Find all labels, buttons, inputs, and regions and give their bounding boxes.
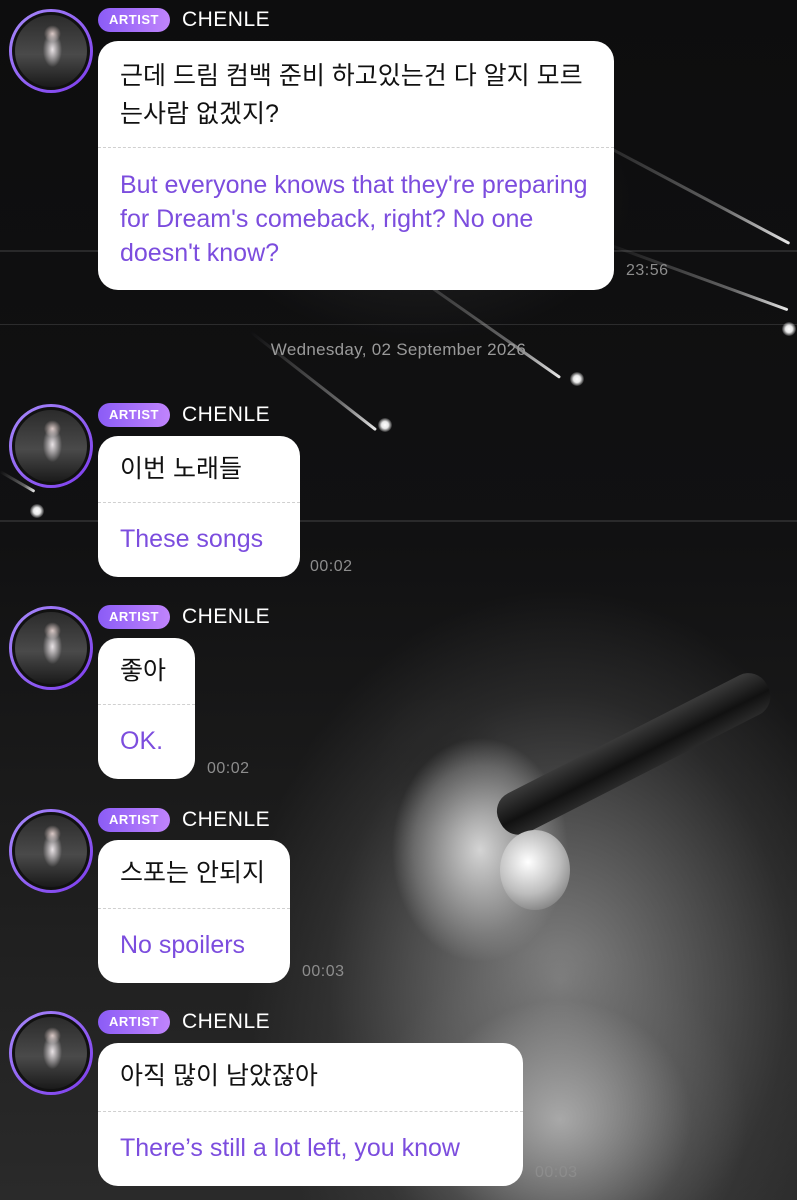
avatar[interactable]	[9, 9, 93, 93]
artist-badge: ARTIST	[98, 1010, 170, 1034]
avatar[interactable]	[9, 809, 93, 893]
original-text: 근데 드림 컴백 준비 하고있는건 다 알지 모르는사람 없겠지?	[120, 62, 583, 128]
translation-text: These songs	[120, 525, 264, 553]
avatar[interactable]	[9, 606, 93, 690]
sender-name: CHENLE	[181, 1010, 271, 1033]
message-bubble[interactable]: 아직 많이 남았잖아 There’s still a lot left, you…	[98, 1043, 523, 1186]
message-time: 00:03	[302, 963, 345, 980]
avatar[interactable]	[9, 1011, 93, 1095]
translation-text: But everyone knows that they're preparin…	[120, 171, 588, 267]
message-time: 00:02	[207, 760, 250, 777]
message-time: 23:56	[626, 262, 669, 279]
message-time: 00:02	[310, 558, 353, 575]
message-header: ARTIST CHENLE	[98, 8, 270, 32]
sender-name: CHENLE	[181, 403, 271, 426]
sender-name: CHENLE	[181, 605, 271, 628]
chat-thread: ARTIST CHENLE 근데 드림 컴백 준비 하고있는건 다 알지 모르는…	[0, 0, 797, 1200]
message-bubble[interactable]: 근데 드림 컴백 준비 하고있는건 다 알지 모르는사람 없겠지? But ev…	[98, 41, 614, 290]
artist-badge: ARTIST	[98, 605, 170, 629]
message-header: ARTIST CHENLE	[98, 605, 270, 629]
separator-line	[0, 324, 797, 325]
translation-text: OK.	[120, 727, 164, 755]
artist-badge: ARTIST	[98, 8, 170, 32]
message-header: ARTIST CHENLE	[98, 1010, 270, 1034]
sender-name: CHENLE	[181, 808, 271, 831]
date-separator: Wednesday, 02 September 2026	[270, 340, 527, 359]
original-text: 이번 노래들	[120, 455, 242, 483]
translation-text: No spoilers	[120, 931, 246, 959]
artist-badge: ARTIST	[98, 403, 170, 427]
original-text: 좋아	[120, 657, 167, 685]
message-bubble[interactable]: 좋아 OK.	[98, 638, 195, 779]
message-time: 00:03	[535, 1164, 578, 1181]
sender-name: CHENLE	[181, 8, 271, 31]
message-header: ARTIST CHENLE	[98, 808, 270, 832]
original-text: 스포는 안되지	[120, 859, 265, 887]
message-header: ARTIST CHENLE	[98, 403, 270, 427]
translation-text: There’s still a lot left, you know	[120, 1134, 460, 1162]
message-bubble[interactable]: 스포는 안되지 No spoilers	[98, 840, 290, 983]
artist-badge: ARTIST	[98, 808, 170, 832]
avatar[interactable]	[9, 404, 93, 488]
original-text: 아직 많이 남았잖아	[120, 1062, 318, 1090]
message-bubble[interactable]: 이번 노래들 These songs	[98, 436, 300, 577]
